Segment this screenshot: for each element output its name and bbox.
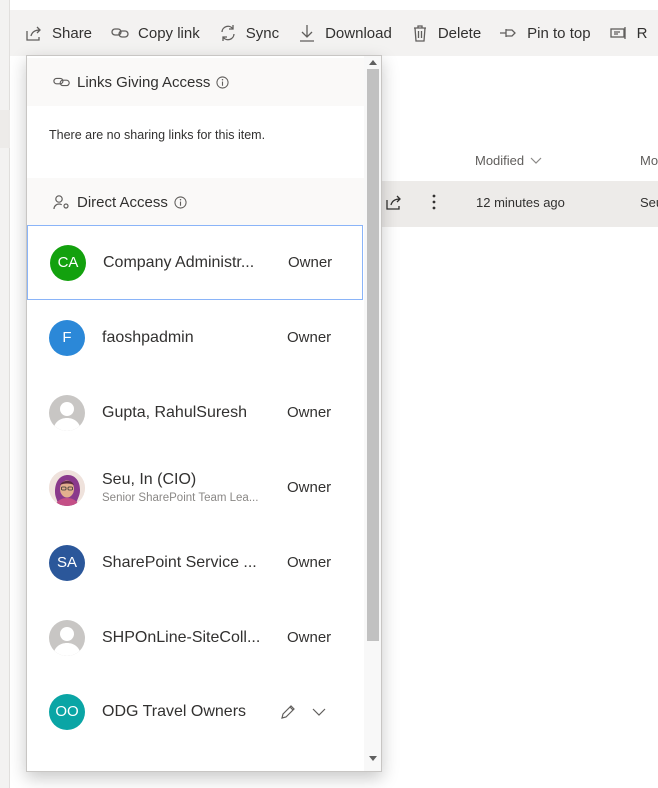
direct-access-header: Direct Access — [27, 178, 364, 226]
truncated-command-button[interactable]: R — [609, 10, 648, 56]
sync-label: Sync — [245, 24, 280, 42]
person-role[interactable]: Owner — [287, 479, 331, 496]
left-nav-selected — [0, 110, 10, 148]
links-giving-access-title: Links Giving Access — [77, 73, 211, 91]
pin-to-top-label: Pin to top — [527, 24, 591, 42]
modified-header-label: Modified — [475, 153, 525, 168]
person-name: Seu, In (CIO) — [102, 471, 197, 488]
people-settings-icon — [53, 195, 69, 210]
person-name: faoshpadmin — [102, 328, 194, 346]
link-icon — [111, 28, 129, 38]
command-bar: Share Copy link Sync Download Delete Pin… — [10, 10, 658, 56]
person-name: SharePoint Service ... — [102, 553, 257, 571]
manage-access-panel: Links Giving Access There are no sharing… — [26, 55, 382, 772]
person-name: SHPOnLine-SiteColl... — [102, 628, 261, 646]
sync-icon — [221, 25, 235, 41]
scrollbar-thumb[interactable] — [367, 69, 379, 641]
person-row-gupta[interactable]: Gupta, RahulSuresh Owner — [27, 375, 363, 450]
person-row-faoshpadmin[interactable]: F faoshpadmin Owner — [27, 300, 363, 375]
link-icon — [53, 77, 70, 87]
person-name: ODG Travel Owners — [102, 702, 247, 720]
group-actions — [279, 703, 341, 721]
profile-photo-avatar — [49, 469, 85, 506]
row-modified: 12 minutes ago — [476, 195, 565, 210]
scroll-up-arrow[interactable] — [369, 60, 377, 65]
info-icon[interactable] — [216, 75, 229, 89]
modified-by-header-label: Mo — [640, 153, 658, 168]
download-label: Download — [325, 24, 392, 42]
avatar: CA — [50, 244, 86, 281]
share-button[interactable]: Share — [24, 10, 92, 56]
person-role[interactable]: Owner — [287, 554, 331, 571]
direct-access-title: Direct Access — [77, 193, 168, 211]
row-modified-by: Seu — [640, 195, 658, 210]
truncated-command-label: R — [636, 24, 648, 42]
sync-button[interactable]: Sync — [218, 10, 279, 56]
info-icon[interactable] — [174, 195, 187, 209]
avatar: OO — [49, 693, 85, 730]
person-row-odg-travel-owners[interactable]: OO ODG Travel Owners — [27, 674, 363, 749]
rename-icon — [609, 27, 626, 39]
modified-by-column-header[interactable]: Mo — [640, 153, 658, 168]
person-row-sharepoint-service[interactable]: SA SharePoint Service ... Owner — [27, 525, 363, 600]
no-links-message: There are no sharing links for this item… — [49, 128, 266, 142]
delete-button[interactable]: Delete — [410, 10, 481, 56]
avatar-initials: F — [62, 329, 72, 346]
default-avatar-icon — [49, 619, 85, 656]
person-role[interactable]: Owner — [288, 254, 332, 271]
person-name: Gupta, RahulSuresh — [102, 403, 247, 421]
download-icon — [300, 25, 315, 42]
row-share-icon[interactable] — [384, 192, 404, 212]
chevron-down-icon — [530, 157, 542, 164]
links-giving-access-header: Links Giving Access — [27, 58, 364, 106]
share-icon — [26, 26, 41, 41]
person-title: Senior SharePoint Team Lea... — [102, 492, 259, 504]
person-role[interactable]: Owner — [287, 629, 331, 646]
person-role[interactable]: Owner — [287, 329, 331, 346]
person-row-shponline[interactable]: SHPOnLine-SiteColl... Owner — [27, 600, 363, 675]
avatar-initials: CA — [57, 254, 79, 271]
avatar: F — [49, 319, 85, 356]
person-row-seu-in[interactable]: Seu, In (CIO) Senior SharePoint Team Lea… — [27, 450, 363, 525]
modified-column-header[interactable]: Modified — [475, 153, 542, 168]
default-avatar-icon — [49, 394, 85, 431]
delete-label: Delete — [437, 24, 482, 42]
download-button[interactable]: Download — [297, 10, 392, 56]
avatar-initials: OO — [55, 703, 79, 720]
more-options-icon[interactable] — [424, 192, 444, 212]
delete-icon — [413, 25, 426, 42]
scroll-down-arrow[interactable] — [369, 756, 377, 761]
person-name: Company Administr... — [103, 253, 255, 271]
copy-link-label: Copy link — [138, 24, 200, 42]
avatar-initials: SA — [56, 554, 77, 571]
left-nav-strip — [0, 0, 10, 788]
person-role[interactable]: Owner — [287, 404, 331, 421]
edit-pencil-icon[interactable] — [279, 703, 297, 721]
chevron-down-icon[interactable] — [311, 707, 327, 717]
pin-icon — [500, 29, 517, 37]
share-label: Share — [52, 24, 93, 42]
person-row-company-administrator[interactable]: CA Company Administr... Owner — [27, 225, 363, 300]
avatar: SA — [49, 544, 85, 581]
copy-link-button[interactable]: Copy link — [110, 10, 200, 56]
pin-to-top-button[interactable]: Pin to top — [499, 10, 591, 56]
